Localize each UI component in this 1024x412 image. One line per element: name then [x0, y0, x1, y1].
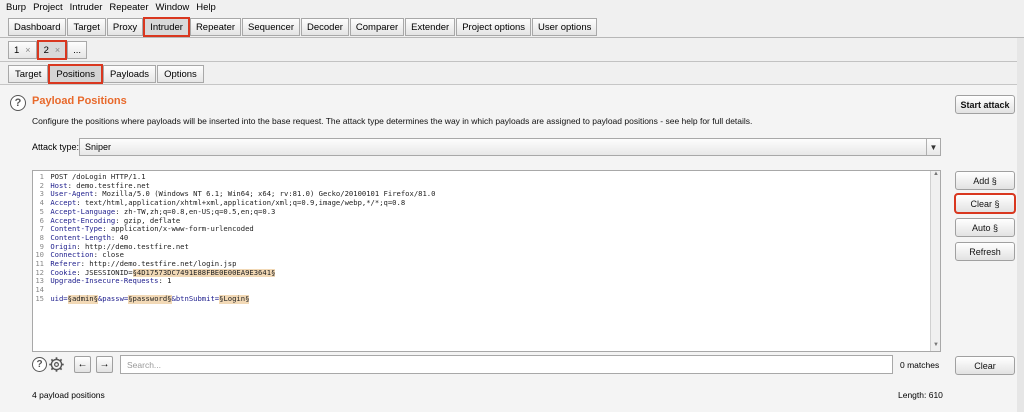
scroll-up-icon[interactable]: ▲ [931, 171, 940, 180]
attack-type-select[interactable]: Sniper ▼ [79, 138, 941, 156]
match-count: 0 matches [900, 360, 940, 370]
search-box [120, 355, 893, 374]
request-editor[interactable]: 1 POST /doLogin HTTP/1.1 2 Host: demo.tes… [32, 170, 941, 352]
request-line: 13 Upgrade-Insecure-Requests: 1 [33, 277, 435, 286]
tab-project-options[interactable]: Project options [456, 18, 532, 36]
menu-repeater[interactable]: Repeater [109, 2, 148, 13]
header-name: Upgrade-Insecure-Requests [50, 276, 159, 286]
request-length: Length: 610 [898, 390, 943, 400]
panel-title: Payload Positions [32, 95, 127, 107]
arrow-left-icon: ← [77, 359, 88, 370]
help-icon[interactable]: ? [32, 357, 47, 372]
request-lines: 1 POST /doLogin HTTP/1.1 2 Host: demo.tes… [33, 172, 435, 304]
attack-type-label: Attack type: [32, 142, 80, 152]
menu-window[interactable]: Window [156, 2, 190, 13]
header-name: uid= [50, 293, 68, 303]
menu-intruder[interactable]: Intruder [70, 2, 103, 13]
menu-bar: Burp Project Intruder Repeater Window He… [0, 0, 1024, 14]
header-name: &passw= [97, 293, 129, 303]
tab-dashboard[interactable]: Dashboard [8, 18, 67, 36]
main-tab-bar: Dashboard Target Proxy Intruder Repeater… [8, 17, 598, 37]
menu-burp[interactable]: Burp [6, 2, 26, 13]
tab-comparer[interactable]: Comparer [349, 18, 405, 36]
help-icon[interactable]: ? [10, 95, 26, 111]
attack-tab-2[interactable]: 2 × [36, 40, 68, 60]
subtab-target[interactable]: Target [8, 65, 49, 83]
clear-search-button[interactable]: Clear [955, 356, 1015, 375]
menu-project[interactable]: Project [33, 2, 63, 13]
previous-match-button[interactable]: ← [74, 356, 91, 373]
clear-marker-button[interactable]: Clear § [954, 193, 1016, 214]
scroll-down-icon[interactable]: ▼ [931, 342, 940, 351]
subtab-options[interactable]: Options [157, 65, 204, 83]
divider [0, 37, 1024, 38]
editor-scrollbar[interactable]: ▲ ▼ [930, 171, 940, 351]
tab-extender[interactable]: Extender [405, 18, 456, 36]
sub-tab-bar: Target Positions Payloads Options [8, 64, 205, 84]
header-value: : 1 [158, 276, 172, 286]
search-input[interactable] [121, 356, 892, 373]
auto-marker-button[interactable]: Auto § [955, 218, 1015, 237]
menu-help[interactable]: Help [196, 2, 216, 13]
add-marker-button[interactable]: Add § [955, 171, 1015, 190]
attack-tab-1[interactable]: 1 × [8, 41, 37, 59]
request-line: 15 uid= §admin§ &passw= §password§ &btnSubmi… [33, 293, 435, 304]
tab-user-options[interactable]: User options [532, 18, 598, 36]
next-match-button[interactable]: → [96, 356, 113, 373]
gear-icon[interactable] [48, 356, 65, 373]
close-icon[interactable]: × [25, 45, 30, 55]
tab-intruder[interactable]: Intruder [143, 17, 190, 37]
close-icon[interactable]: × [55, 45, 60, 55]
payload-position-count: 4 payload positions [32, 390, 105, 400]
panel-description: Configure the positions where payloads w… [32, 116, 753, 126]
tab-target[interactable]: Target [67, 18, 106, 36]
subtab-payloads[interactable]: Payloads [102, 65, 157, 83]
tab-sequencer[interactable]: Sequencer [242, 18, 300, 36]
new-attack-tab[interactable]: ... [67, 41, 88, 59]
tab-decoder[interactable]: Decoder [300, 18, 349, 36]
payload-marker: §password§ [128, 293, 172, 304]
window-scrollbar[interactable] [1017, 38, 1024, 412]
attack-tab-label: 1 [14, 44, 20, 56]
arrow-right-icon: → [99, 359, 110, 370]
divider [0, 61, 1024, 62]
payload-marker: §Login§ [219, 293, 250, 304]
subtab-positions[interactable]: Positions [48, 64, 103, 84]
tab-repeater[interactable]: Repeater [189, 18, 242, 36]
header-name: &btnSubmit= [171, 293, 220, 303]
chevron-down-icon[interactable]: ▼ [926, 139, 940, 155]
payload-marker: §admin§ [67, 293, 98, 304]
refresh-button[interactable]: Refresh [955, 242, 1015, 261]
attack-type-value: Sniper [85, 142, 112, 152]
payload-positions-panel: ? Payload Positions Configure the positi… [0, 84, 1024, 412]
attack-tab-bar: 1 × 2 × ... [8, 40, 88, 60]
tab-proxy[interactable]: Proxy [106, 18, 144, 36]
line-number: 15 [35, 293, 44, 303]
start-attack-button[interactable]: Start attack [955, 95, 1015, 114]
attack-tab-label: 2 [43, 44, 49, 56]
